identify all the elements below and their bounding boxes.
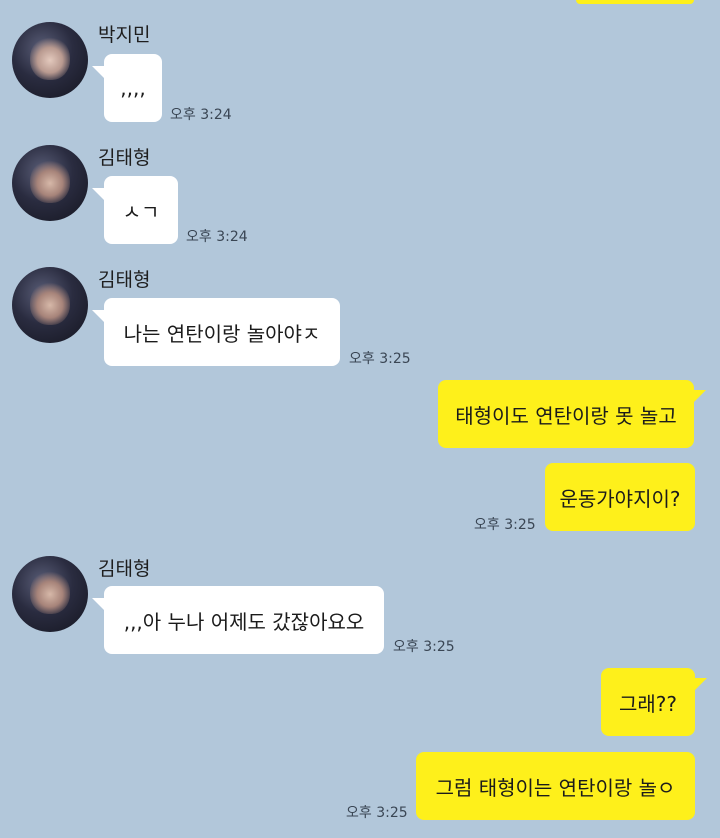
message-time: 오후 3:25 [393,639,455,655]
message-time: 오후 3:25 [346,805,408,821]
message-time: 오후 3:24 [186,229,248,245]
outgoing-message-bubble[interactable]: 태형이도 연탄이랑 못 놀고 [438,380,706,448]
sender-name: 김태형 [98,558,151,580]
sender-name: 김태형 [98,147,151,169]
message-text: ,,,, [120,76,146,100]
message-text: ㅅㄱ [122,199,160,224]
sender-name: 김태형 [98,269,151,291]
profile-avatar-taehyung[interactable] [12,267,88,343]
message-text: 태형이도 연탄이랑 못 놀고 [455,403,677,428]
message-text: 운동가야지이? [559,486,681,511]
message-time: 오후 3:24 [170,107,232,123]
previous-message-bubble [576,0,694,4]
incoming-message-bubble[interactable]: ,,,, [92,54,162,122]
profile-avatar-taehyung[interactable] [12,145,88,221]
profile-avatar-jimin[interactable] [12,22,88,98]
incoming-message-bubble[interactable]: ,,,아 누나 어제도 갔잖아요오 [92,586,384,654]
incoming-message-bubble[interactable]: 나는 연탄이랑 놀아야ㅈ [92,298,340,366]
outgoing-message-bubble[interactable]: 그럼 태형이는 연탄이랑 놀ㅇ [416,752,695,820]
incoming-message-bubble[interactable]: ㅅㄱ [92,176,178,244]
profile-avatar-taehyung[interactable] [12,556,88,632]
message-text: 그래?? [618,691,678,716]
message-text: ,,,아 누나 어제도 갔잖아요오 [123,609,365,634]
outgoing-message-bubble[interactable]: 운동가야지이? [545,463,695,531]
sender-name: 박지민 [98,24,151,46]
message-time: 오후 3:25 [349,351,411,367]
outgoing-message-bubble[interactable]: 그래?? [601,668,707,736]
message-text: 나는 연탄이랑 놀아야ㅈ [123,321,321,346]
message-time: 오후 3:25 [474,517,536,533]
message-text: 그럼 태형이는 연탄이랑 놀ㅇ [435,775,676,800]
